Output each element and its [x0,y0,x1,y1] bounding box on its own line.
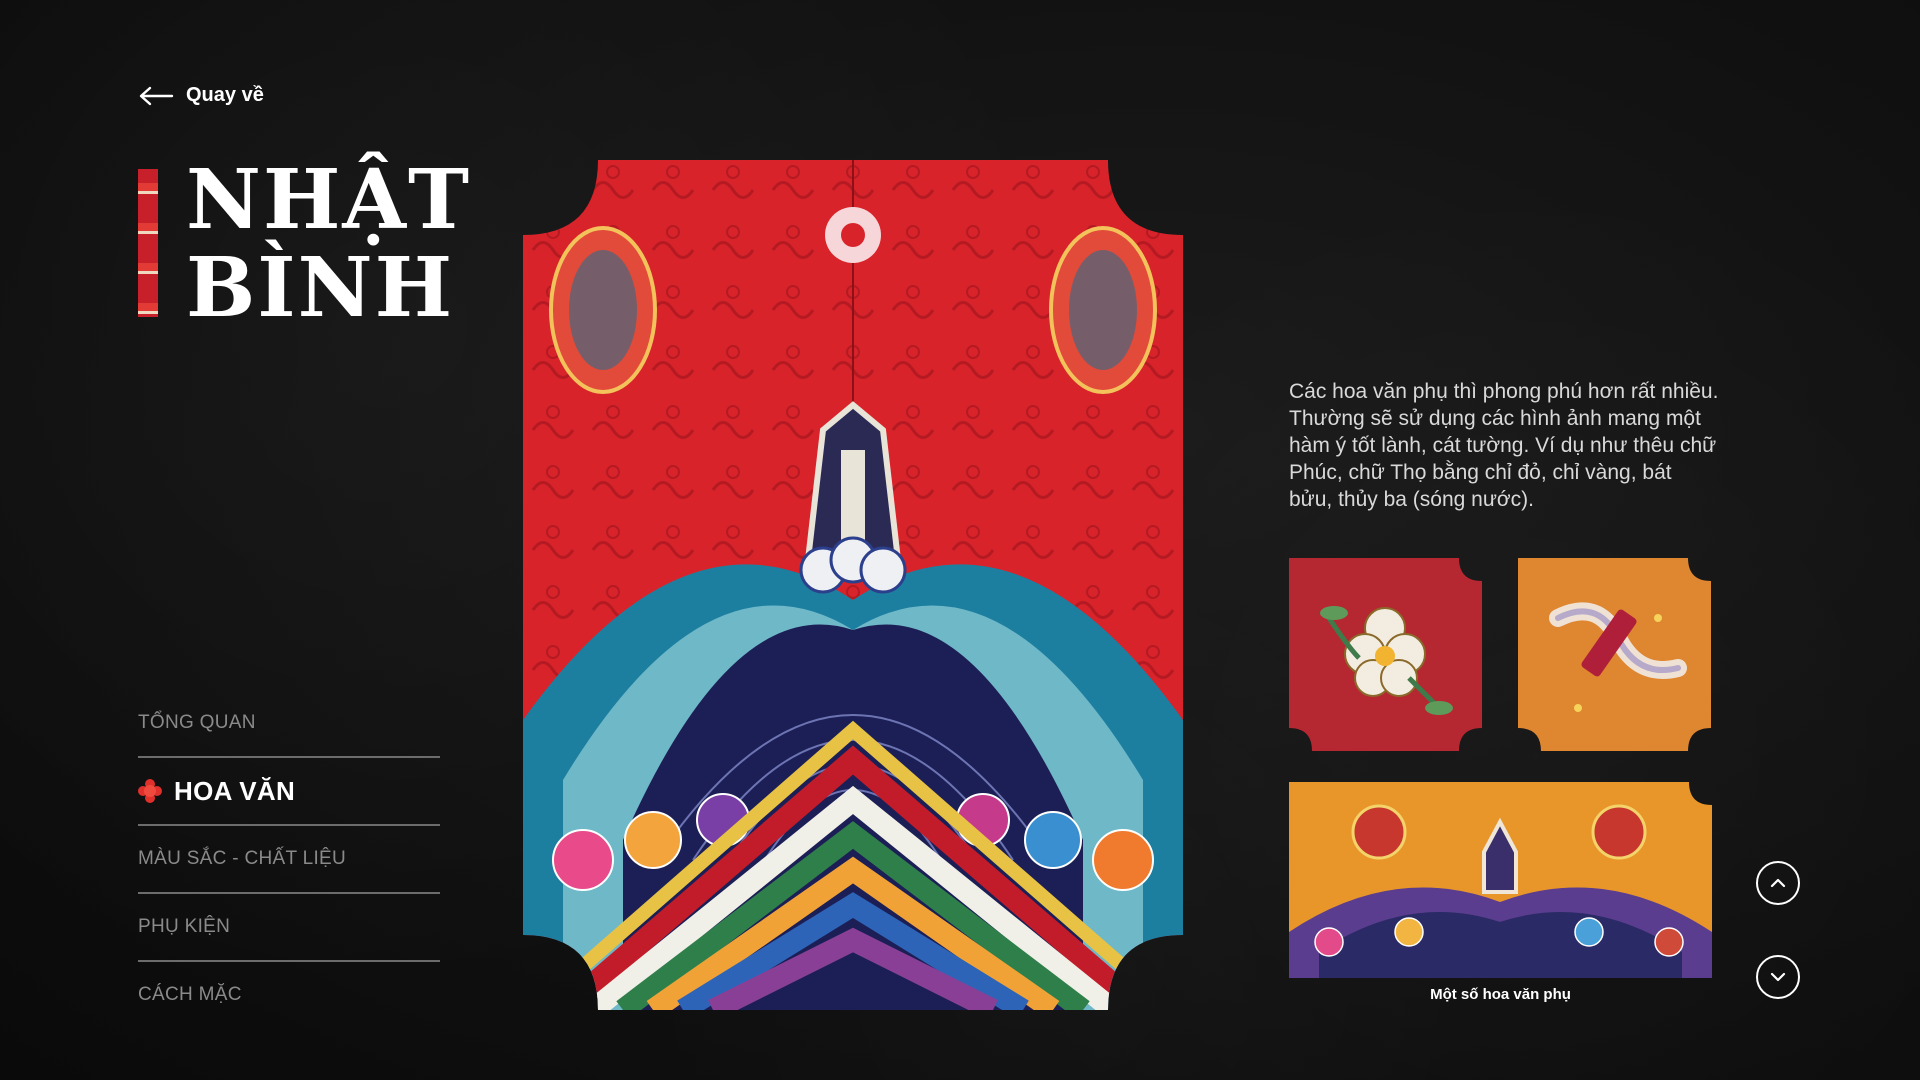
gallery-caption: Một số hoa văn phụ [1430,986,1571,1003]
page-title: NHẬT BÌNH [186,156,471,332]
nav-item-cach-mac[interactable]: CÁCH MẶC [138,962,440,1028]
page-title-line-1: NHẬT [186,152,472,248]
gallery-thumb-waves[interactable] [1289,782,1712,978]
chevron-down-icon [1770,972,1786,982]
nav-item-tong-quan[interactable]: TỔNG QUAN [138,690,440,758]
secondary-pattern-gallery [1289,558,1712,978]
page-title-line-2: BÌNH [186,240,455,336]
nav-item-hoa-van[interactable]: HOA VĂN [138,758,440,826]
back-link[interactable]: Quay về [138,84,264,107]
main-garment-image [523,160,1183,1010]
nav-item-label: CÁCH MẶC [138,984,242,1005]
nav-item-label: PHỤ KIỆN [138,916,231,937]
gallery-thumb-treasure[interactable] [1518,558,1711,751]
back-label: Quay về [186,84,264,106]
section-nav: TỔNG QUAN HOA VĂN MÀU SẮC - CHẤT LIỆU PH… [138,690,440,1028]
arrow-left-icon [139,86,174,105]
nav-item-phu-kien[interactable]: PHỤ KIỆN [138,894,440,962]
scroll-down-button[interactable] [1756,955,1800,999]
nav-item-label: MÀU SẮC - CHẤT LIỆU [138,848,347,869]
pattern-description: Các hoa văn phụ thì phong phú hơn rất nh… [1289,380,1719,511]
nav-item-label: TỔNG QUAN [138,712,256,733]
gallery-thumb-flower[interactable] [1289,558,1482,751]
scroll-up-button[interactable] [1756,861,1800,905]
nav-item-mau-sac-chat-lieu[interactable]: MÀU SẮC - CHẤT LIỆU [138,826,440,894]
chevron-up-icon [1770,878,1786,888]
title-accent-strip [138,169,158,317]
flower-icon [138,779,162,803]
nav-item-label: HOA VĂN [174,775,296,806]
